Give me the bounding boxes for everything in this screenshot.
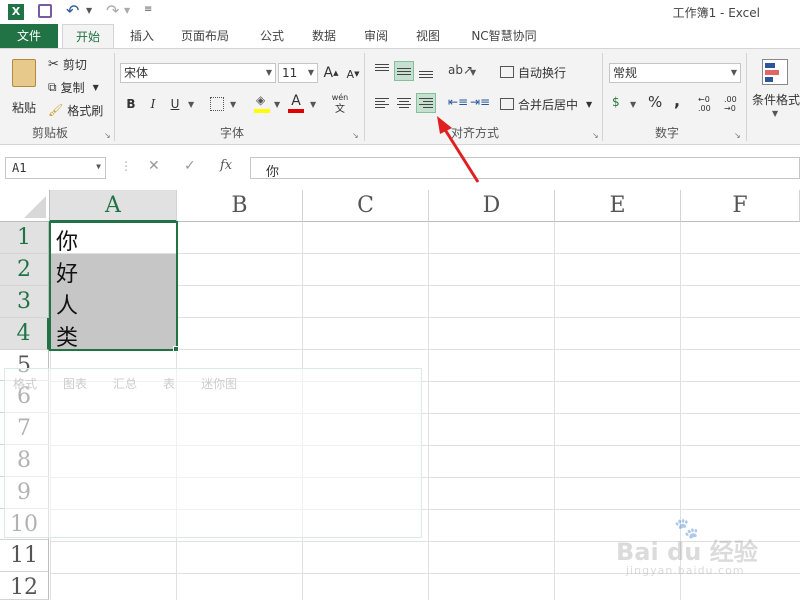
annotation-arrow (437, 116, 480, 183)
watermark-url: jingyan.baidu.com (626, 564, 745, 577)
watermark-logo: Bai du 经验 (616, 538, 758, 566)
baidu-watermark: 🐾 Bai du 经验 jingyan.baidu.com (612, 516, 796, 584)
